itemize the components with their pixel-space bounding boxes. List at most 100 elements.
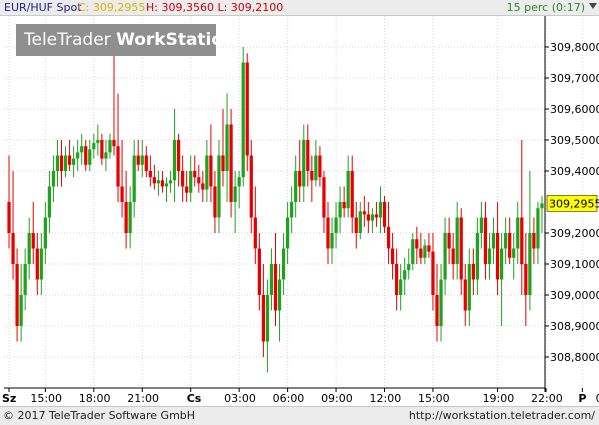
interval-label[interactable]: 15 perc (0:17) <box>507 0 585 15</box>
x-tick-label: 15:00 <box>418 392 450 405</box>
candle-body <box>504 233 508 249</box>
candle-body <box>455 217 459 264</box>
candle-body <box>411 239 415 264</box>
symbol-label[interactable]: EUR/HUF Spot <box>4 0 82 15</box>
candle-body <box>88 149 92 165</box>
candle-body <box>241 62 245 178</box>
x-tick-label: 02:00 <box>596 392 599 405</box>
candle-body <box>249 155 253 218</box>
candle-body <box>443 233 447 280</box>
y-tick-label: 309,2000 <box>550 227 599 240</box>
candle-body <box>386 226 391 249</box>
candle-body <box>39 248 43 280</box>
high-low-label: H: 309,3560 L: 309,2100 <box>146 1 284 14</box>
candle-body <box>104 152 108 159</box>
candle-body <box>290 202 294 218</box>
candle-body <box>540 203 544 209</box>
candle-body <box>487 248 492 264</box>
candle-body <box>269 264 274 295</box>
candle-body <box>524 264 528 295</box>
candle-body <box>257 248 261 295</box>
candle-body <box>370 214 375 221</box>
candle-body <box>512 248 516 258</box>
x-tick-label: P <box>578 392 586 405</box>
candle-body <box>350 171 354 218</box>
y-tick-label: 309,7000 <box>550 72 599 85</box>
candle-body <box>338 202 342 218</box>
candle-body <box>217 155 221 218</box>
candle-body <box>221 155 225 171</box>
candle-body <box>322 177 326 218</box>
candle-body <box>96 140 100 144</box>
last-price-value: 309,2955 <box>549 197 599 210</box>
candle-body <box>209 155 213 187</box>
candle-body <box>326 217 330 249</box>
y-tick-label: 308,9000 <box>550 320 599 333</box>
candle-body <box>395 264 399 295</box>
x-tick-label: 03:00 <box>224 392 256 405</box>
candle-body <box>382 202 387 227</box>
candle-body <box>172 140 177 181</box>
candle-body <box>168 180 173 184</box>
y-tick-label: 309,4000 <box>550 165 599 178</box>
candle-body <box>160 180 165 187</box>
candle-body <box>108 140 112 153</box>
candle-body <box>15 264 19 326</box>
candle-body <box>112 140 116 147</box>
candle-body <box>366 214 370 221</box>
candle-body <box>471 264 475 280</box>
y-tick-label: 309,8000 <box>550 41 599 54</box>
candle-body <box>407 264 411 271</box>
candle-body <box>399 279 403 295</box>
candle-body <box>281 248 286 280</box>
candle-body <box>132 155 136 202</box>
candle-body <box>7 202 11 233</box>
x-tick-label: 12:00 <box>370 392 402 405</box>
candle-body <box>508 233 512 258</box>
candle-body <box>419 248 423 258</box>
candle-body <box>532 233 536 249</box>
candle-body <box>346 171 350 209</box>
candle-body <box>19 295 23 326</box>
candle-body <box>285 217 290 249</box>
candle-body <box>403 270 407 280</box>
chart-header: EUR/HUF Spot C: 309,2955 H: 309,3560 L: … <box>0 0 599 16</box>
source-url[interactable]: http://workstation.teletrader.com/ <box>409 407 595 424</box>
candle-body <box>528 233 532 295</box>
candle-body <box>181 171 185 187</box>
candle-body <box>491 233 496 249</box>
candle-body <box>306 140 310 171</box>
candle-body <box>536 208 540 249</box>
candle-body <box>294 171 298 202</box>
candle-body <box>378 202 383 218</box>
candle-body <box>358 211 362 233</box>
candle-body <box>128 202 132 233</box>
scroll-down-icon[interactable] <box>589 3 597 9</box>
candle-body <box>415 239 419 249</box>
candle-body <box>483 217 488 264</box>
candle-body <box>156 180 161 184</box>
candle-body <box>318 155 322 178</box>
candle-body <box>516 217 520 249</box>
candle-body <box>431 251 435 295</box>
candle-body <box>164 183 169 187</box>
y-tick-label: 309,5000 <box>550 134 599 147</box>
candle-body <box>390 248 395 264</box>
candle-body <box>100 140 104 159</box>
candle-body <box>233 186 237 202</box>
chart-footer: © 2017 TeleTrader Software GmbH http://w… <box>0 406 599 425</box>
candle-body <box>152 177 156 184</box>
candle-body <box>237 177 241 187</box>
candle-body <box>35 248 39 280</box>
candle-body <box>176 140 181 171</box>
candle-body <box>144 155 148 171</box>
price-chart[interactable]: 309,8000 309,7000 309,6000 309,5000 309,4000… <box>0 16 599 406</box>
candle-body <box>47 186 52 218</box>
candle-body <box>253 217 257 249</box>
x-tick-label: 19:00 <box>483 392 515 405</box>
candle-body <box>479 217 484 233</box>
candle-body <box>265 295 270 342</box>
candle-body <box>273 264 278 311</box>
candle-body <box>136 155 140 165</box>
candle-body <box>261 295 266 342</box>
